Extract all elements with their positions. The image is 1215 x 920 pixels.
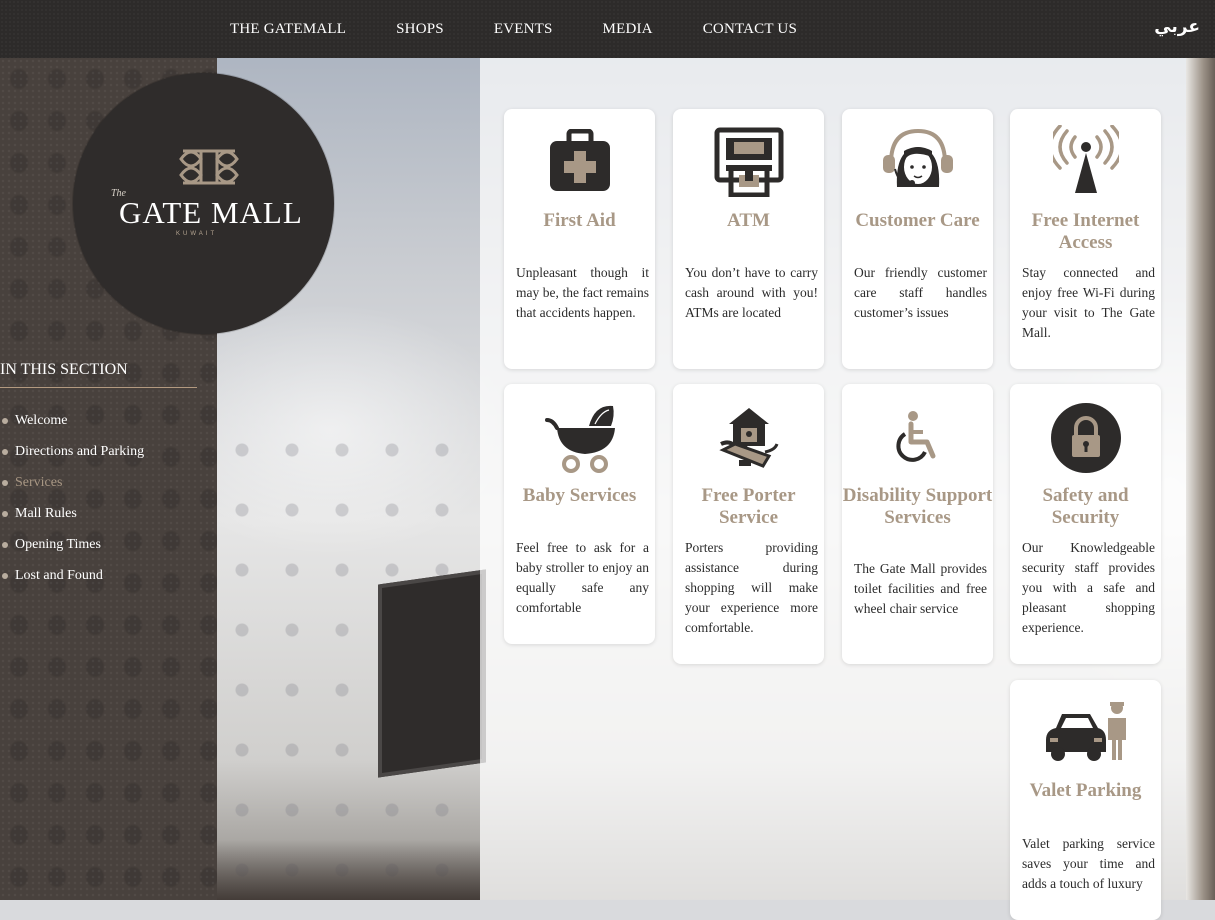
service-card-free-internet-access[interactable]: Free Internet Access Stay connected and …	[1010, 109, 1161, 369]
service-description: Our friendly customer care staff handles…	[854, 265, 987, 320]
service-description: Our Knowledgeable security staff provide…	[1022, 540, 1155, 635]
atm-icon	[673, 127, 824, 197]
bullet-icon	[2, 510, 8, 517]
nav-shops[interactable]: SHOPS	[396, 21, 444, 38]
service-description: Valet parking service saves your time an…	[1022, 836, 1155, 891]
service-description: Feel free to ask for a baby stroller to …	[516, 540, 649, 615]
service-description: Porters providing assistance during shop…	[685, 540, 818, 635]
sidebar-item-label: Services	[15, 474, 63, 490]
service-title: Disability Support Services	[842, 485, 993, 528]
service-card-valet-parking[interactable]: Valet Parking Valet parking service save…	[1010, 680, 1161, 920]
customer-care-icon	[842, 129, 993, 195]
padlock-icon	[1010, 402, 1161, 474]
logo-subtitle: KUWAIT	[176, 231, 218, 237]
service-description: Unpleasant though it may be, the fact re…	[516, 265, 649, 320]
sidebar-item-mall-rules[interactable]: Mall Rules	[0, 498, 144, 529]
service-title: ATM	[727, 210, 770, 231]
language-switch-link[interactable]: عربي	[1154, 17, 1200, 37]
wheelchair-icon	[842, 410, 993, 466]
service-card-disability-support-services[interactable]: Disability Support Services The Gate Mal…	[842, 384, 993, 664]
main-nav: THE GATEMALL SHOPS EVENTS MEDIA CONTACT …	[230, 0, 847, 58]
service-description: Stay connected and enjoy free Wi-Fi duri…	[1022, 265, 1155, 340]
nav-contact-us[interactable]: CONTACT US	[703, 21, 797, 38]
nav-events[interactable]: EVENTS	[494, 21, 553, 38]
top-navigation-bar: THE GATEMALL SHOPS EVENTS MEDIA CONTACT …	[0, 0, 1215, 58]
service-title: Customer Care	[855, 210, 980, 231]
bullet-icon	[2, 541, 8, 548]
bullet-icon	[2, 417, 8, 424]
sidebar-item-label: Directions and Parking	[15, 443, 145, 459]
nav-the-gatemall[interactable]: THE GATEMALL	[230, 21, 346, 38]
sidebar-item-opening-times[interactable]: Opening Times	[0, 529, 144, 560]
bullet-icon	[2, 572, 8, 579]
sidebar-menu: Welcome Directions and Parking Services …	[0, 405, 144, 591]
service-description: You don’t have to carry cash around with…	[685, 265, 818, 320]
background-display-screen	[378, 569, 486, 778]
sidebar-item-welcome[interactable]: Welcome	[0, 405, 144, 436]
service-card-customer-care[interactable]: Customer Care Our friendly customer care…	[842, 109, 993, 369]
service-title: Free Internet Access	[1031, 210, 1140, 253]
logo-name: GATE MALL	[119, 195, 303, 230]
logo-emblem-icon	[179, 149, 239, 185]
site-logo[interactable]: The GATE MALL KUWAIT	[73, 73, 334, 334]
sidebar-item-label: Mall Rules	[15, 505, 77, 521]
service-card-first-aid[interactable]: First Aid Unpleasant though it may be, t…	[504, 109, 655, 369]
sidebar-item-label: Lost and Found	[15, 567, 103, 583]
bullet-icon	[2, 448, 8, 455]
service-title: Baby Services	[522, 485, 637, 506]
sidebar-item-directions-and-parking[interactable]: Directions and Parking	[0, 436, 144, 467]
service-card-atm[interactable]: ATM You don’t have to carry cash around …	[673, 109, 824, 369]
porter-icon	[673, 406, 824, 472]
baby-stroller-icon	[504, 404, 655, 474]
sidebar-item-services[interactable]: Services	[0, 467, 144, 498]
background-floor	[217, 840, 480, 900]
nav-media[interactable]: MEDIA	[603, 21, 653, 38]
service-description: The Gate Mall provides toilet facilities…	[854, 561, 987, 616]
service-title: First Aid	[543, 210, 616, 231]
first-aid-kit-icon	[504, 129, 655, 193]
wifi-antenna-icon	[1010, 125, 1161, 195]
sidebar-item-label: Welcome	[15, 412, 68, 428]
sidebar-item-lost-and-found[interactable]: Lost and Found	[0, 560, 144, 591]
service-card-baby-services[interactable]: Baby Services Feel free to ask for a bab…	[504, 384, 655, 644]
background-right-edge	[1186, 58, 1215, 900]
service-title: Safety and Security	[1042, 485, 1129, 528]
valet-parking-icon	[1010, 700, 1161, 762]
sidebar-item-label: Opening Times	[15, 536, 101, 552]
service-title: Free Porter Service	[701, 485, 796, 528]
service-title: Valet Parking	[1029, 780, 1142, 801]
sidebar-section-title: IN THIS SECTION	[0, 361, 197, 388]
bullet-icon	[2, 479, 8, 486]
service-card-free-porter-service[interactable]: Free Porter Service Porters providing as…	[673, 384, 824, 664]
service-card-safety-and-security[interactable]: Safety and Security Our Knowledgeable se…	[1010, 384, 1161, 664]
